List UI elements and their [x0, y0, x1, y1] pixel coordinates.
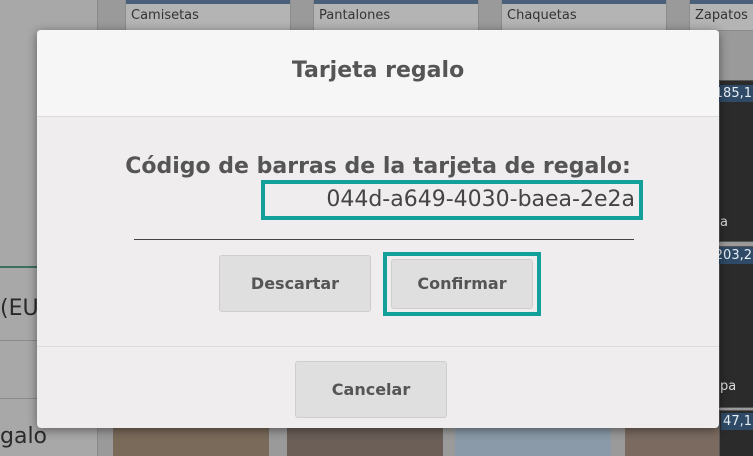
barcode-label: Código de barras de la tarjeta de regalo… [125, 154, 631, 179]
product-label: a [720, 215, 728, 230]
dialog-title: Tarjeta regalo [291, 58, 465, 83]
cancel-button[interactable]: Cancelar [295, 361, 447, 418]
category-zapatos[interactable]: Zapatos [689, 0, 753, 31]
confirm-button[interactable]: Confirmar [391, 259, 533, 309]
discard-button[interactable]: Descartar [219, 255, 371, 312]
dialog-header: Tarjeta regalo [37, 30, 719, 117]
category-label: Pantalones [319, 8, 391, 23]
category-pantalones[interactable]: Pantalones [313, 0, 479, 31]
category-image [126, 0, 290, 4]
category-image [690, 0, 753, 4]
category-chaquetas[interactable]: Chaquetas [501, 0, 667, 31]
category-image [502, 0, 666, 4]
product-tile[interactable] [625, 424, 719, 456]
barcode-input[interactable]: 044d-a649-4030-baea-2e2a [261, 180, 643, 220]
category-camisetas[interactable]: Camisetas [125, 0, 291, 31]
price-tag: 47,1 [721, 413, 753, 430]
category-image [314, 0, 478, 4]
product-tile[interactable] [113, 424, 269, 456]
product-tile[interactable] [287, 424, 443, 456]
footer-divider [37, 346, 719, 347]
product-tile[interactable]: 185,1 a [712, 80, 753, 242]
category-label: Camisetas [131, 8, 199, 23]
currency-label: (EU [0, 296, 39, 321]
product-tile[interactable]: 203,2 pa [712, 246, 753, 408]
category-label: Chaquetas [507, 8, 577, 23]
category-label: Zapatos [695, 8, 748, 23]
product-tile[interactable]: 47,1 [719, 410, 753, 456]
product-label: pa [720, 379, 737, 394]
gift-card-dialog: Tarjeta regalo Código de barras de la ta… [37, 30, 719, 428]
product-tile[interactable] [455, 424, 611, 456]
